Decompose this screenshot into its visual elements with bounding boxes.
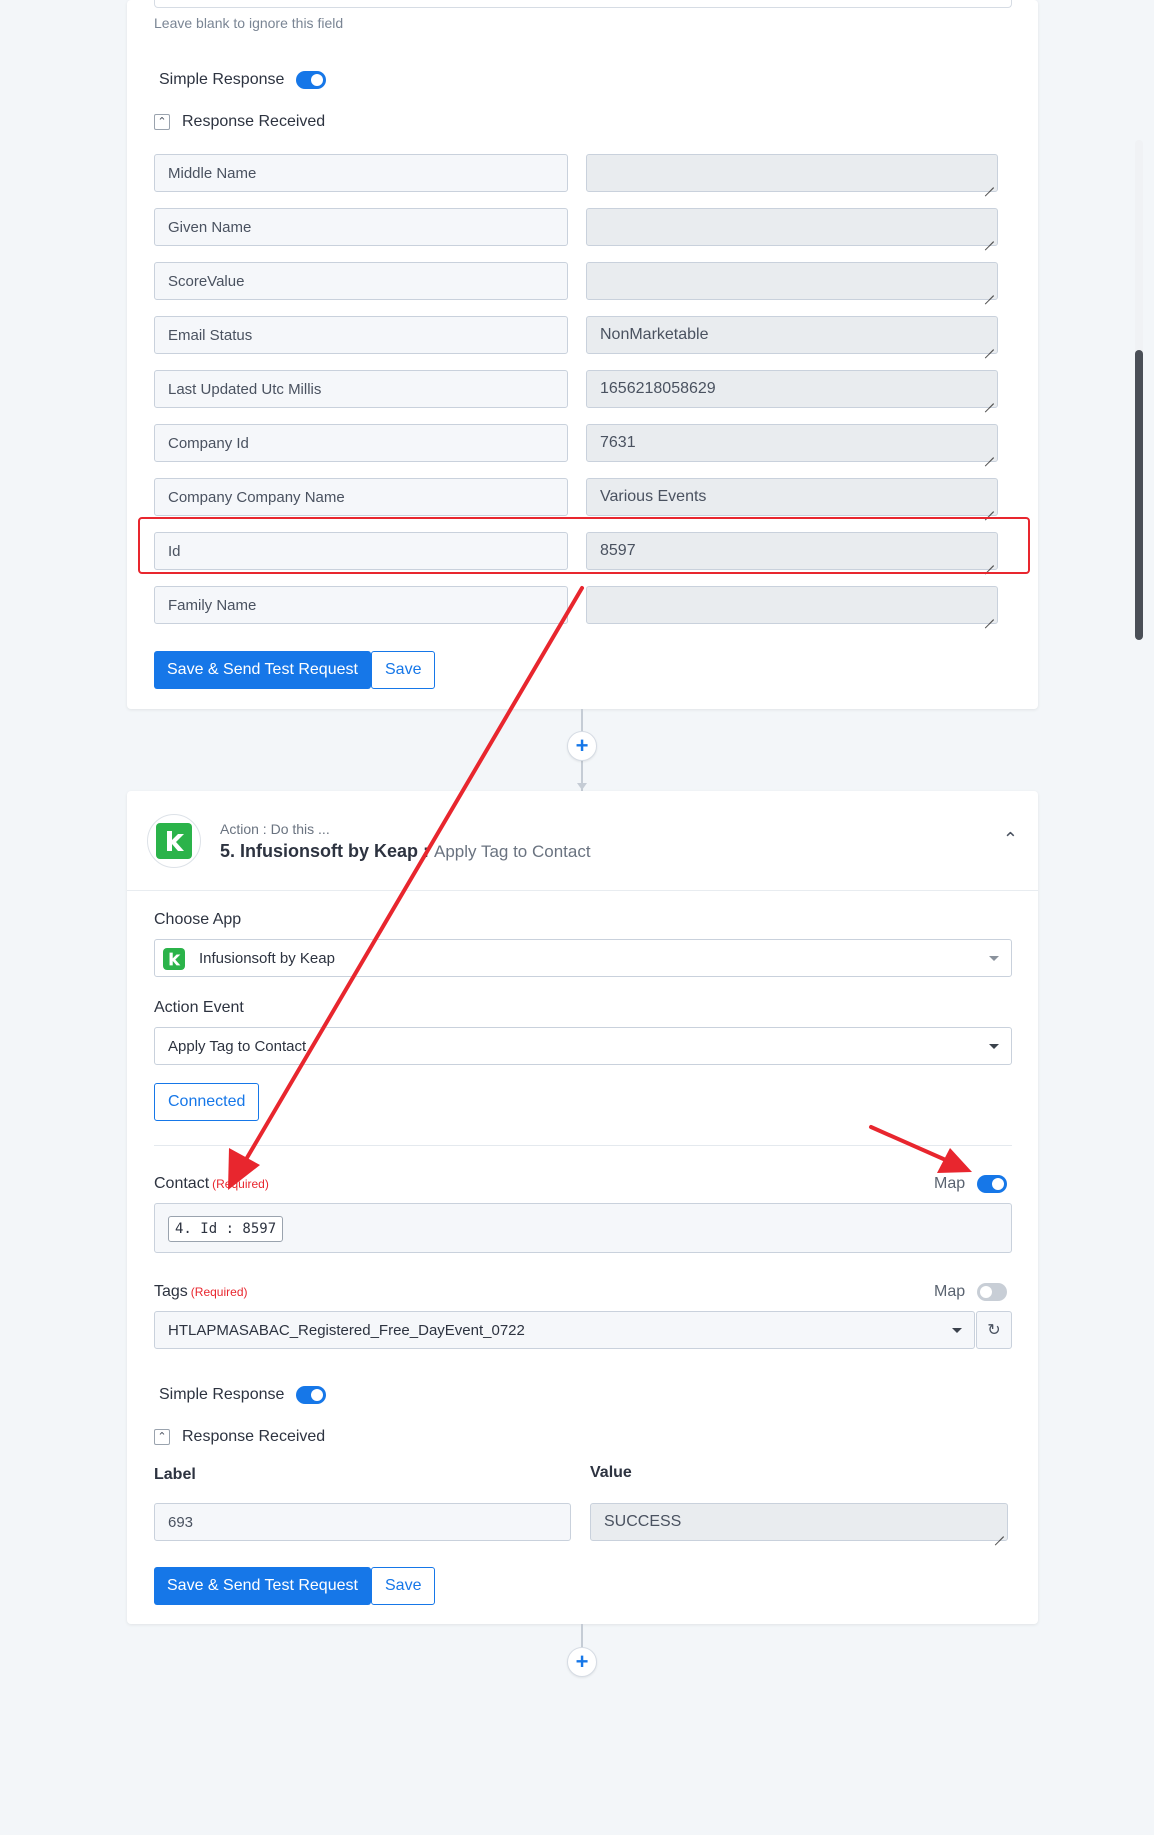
- caret-down-icon: [952, 1328, 962, 1333]
- caret-down-icon: [989, 956, 999, 961]
- response-field-label: ScoreValue: [154, 262, 568, 300]
- resize-handle-icon[interactable]: [984, 286, 994, 296]
- simple-response-toggle[interactable]: [296, 1386, 327, 1404]
- resize-handle-icon[interactable]: [984, 340, 994, 350]
- tags-map-row: Map: [934, 1283, 1008, 1301]
- collapse-chevron-icon[interactable]: ⌃: [1003, 829, 1018, 850]
- response-card: Leave blank to ignore this field Simple …: [127, 0, 1143, 709]
- resize-handle-icon[interactable]: [984, 448, 994, 458]
- value-text: NonMarketable: [600, 326, 709, 343]
- action-subtitle: Action : Do this ...: [220, 821, 330, 837]
- chevron-up-icon[interactable]: ⌃: [154, 1429, 170, 1445]
- response-scrollbar[interactable]: [1135, 140, 1143, 640]
- response-received-row[interactable]: ⌃ Response Received: [154, 1428, 325, 1446]
- response-field-value[interactable]: [586, 586, 998, 624]
- tags-label-text: Tags: [154, 1283, 188, 1300]
- resize-handle-icon[interactable]: [984, 232, 994, 242]
- response-field-value[interactable]: Various Events: [586, 478, 998, 516]
- response-field-label: Middle Name: [154, 154, 568, 192]
- connected-button[interactable]: Connected: [154, 1083, 260, 1121]
- value-text: 7631: [600, 434, 636, 451]
- save-button[interactable]: Save: [371, 651, 436, 689]
- simple-response-label: Simple Response: [159, 71, 285, 88]
- response-field-label: Company Id: [154, 424, 568, 462]
- app-value: Infusionsoft by Keap: [199, 949, 335, 967]
- resize-handle-icon[interactable]: [984, 502, 994, 512]
- response-field-label: Email Status: [154, 316, 568, 354]
- divider: [154, 1145, 1012, 1146]
- response-field-value[interactable]: [586, 208, 998, 246]
- required-tag: (Required): [190, 1285, 248, 1299]
- add-step-plus-icon[interactable]: +: [567, 731, 597, 761]
- result-label-field: 693: [154, 1503, 571, 1541]
- action-event-select[interactable]: Apply Tag to Contact: [154, 1027, 1012, 1065]
- response-received-label: Response Received: [182, 1428, 326, 1445]
- value-column-header: Value: [590, 1464, 632, 1481]
- tags-map-toggle[interactable]: [977, 1283, 1008, 1301]
- chevron-up-icon[interactable]: ⌃: [154, 114, 170, 130]
- response-received-row[interactable]: ⌃ Response Received: [154, 113, 325, 131]
- response-field-label: Family Name: [154, 586, 568, 624]
- value-text: 1656218058629: [600, 380, 716, 397]
- response-field-value[interactable]: [586, 154, 998, 192]
- result-value-field[interactable]: SUCCESS: [590, 1503, 1008, 1541]
- scrollbar-thumb[interactable]: [1135, 350, 1143, 640]
- action-card-header[interactable]: Action : Do this ... 5. Infusionsoft by …: [127, 791, 1038, 891]
- keap-logo-icon: [147, 814, 201, 868]
- mapped-value-chip[interactable]: 4. Id : 8597: [168, 1216, 284, 1242]
- simple-response-row: Simple Response: [159, 1386, 327, 1404]
- save-button[interactable]: Save: [371, 1567, 436, 1605]
- refresh-icon[interactable]: ↻: [976, 1311, 1012, 1349]
- response-field-label: Given Name: [154, 208, 568, 246]
- simple-response-label: Simple Response: [159, 1386, 285, 1403]
- label-column-header: Label: [154, 1466, 196, 1483]
- tags-value: HTLAPMASABAC_Registered_Free_DayEvent_07…: [168, 1321, 525, 1339]
- response-received-label: Response Received: [182, 113, 326, 130]
- choose-app-select[interactable]: Infusionsoft by Keap: [154, 939, 1012, 977]
- map-label: Map: [934, 1283, 966, 1300]
- contact-map-toggle[interactable]: [977, 1175, 1008, 1193]
- resize-handle-icon[interactable]: [984, 394, 994, 404]
- action-card: Action : Do this ... 5. Infusionsoft by …: [127, 791, 1038, 1624]
- tags-label: Tags (Required): [154, 1283, 248, 1301]
- action-event-text: Apply Tag to Contact: [434, 842, 591, 861]
- save-send-test-button[interactable]: Save & Send Test Request: [154, 1567, 371, 1605]
- contact-label-text: Contact: [154, 1175, 210, 1192]
- simple-response-row: Simple Response: [159, 71, 327, 89]
- value-text: SUCCESS: [604, 1513, 682, 1530]
- simple-response-toggle[interactable]: [296, 71, 327, 89]
- keap-logo-icon: [163, 948, 185, 970]
- action-title-text: 5. Infusionsoft by Keap :: [220, 841, 435, 861]
- map-label: Map: [934, 1175, 966, 1192]
- contact-label: Contact (Required): [154, 1175, 269, 1193]
- action-title: 5. Infusionsoft by Keap : Apply Tag to C…: [220, 841, 591, 862]
- field-hint: Leave blank to ignore this field: [154, 15, 344, 31]
- save-send-test-button[interactable]: Save & Send Test Request: [154, 651, 371, 689]
- resize-handle-icon[interactable]: [984, 610, 994, 620]
- add-step-plus-icon[interactable]: +: [567, 1647, 597, 1677]
- previous-field-input[interactable]: [154, 0, 1012, 8]
- tags-select[interactable]: HTLAPMASABAC_Registered_Free_DayEvent_07…: [154, 1311, 975, 1349]
- response-field-value[interactable]: 1656218058629: [586, 370, 998, 408]
- contact-map-row: Map: [934, 1175, 1008, 1193]
- contact-mapped-field[interactable]: 4. Id : 8597: [154, 1203, 1012, 1253]
- connector-arrow-icon: [577, 783, 587, 790]
- response-field-label: Company Company Name: [154, 478, 568, 516]
- id-row-highlight: [138, 517, 1030, 574]
- action-event-label: Action Event: [154, 999, 244, 1016]
- response-field-label: Last Updated Utc Millis: [154, 370, 568, 408]
- response-field-value[interactable]: [586, 262, 998, 300]
- action-event-value: Apply Tag to Contact: [168, 1037, 307, 1055]
- resize-handle-icon[interactable]: [994, 1527, 1004, 1537]
- required-tag: (Required): [212, 1177, 269, 1191]
- choose-app-label: Choose App: [154, 911, 242, 928]
- value-text: Various Events: [600, 488, 707, 505]
- response-field-value[interactable]: 7631: [586, 424, 998, 462]
- response-field-value[interactable]: NonMarketable: [586, 316, 998, 354]
- resize-handle-icon[interactable]: [984, 178, 994, 188]
- caret-down-icon: [989, 1044, 999, 1049]
